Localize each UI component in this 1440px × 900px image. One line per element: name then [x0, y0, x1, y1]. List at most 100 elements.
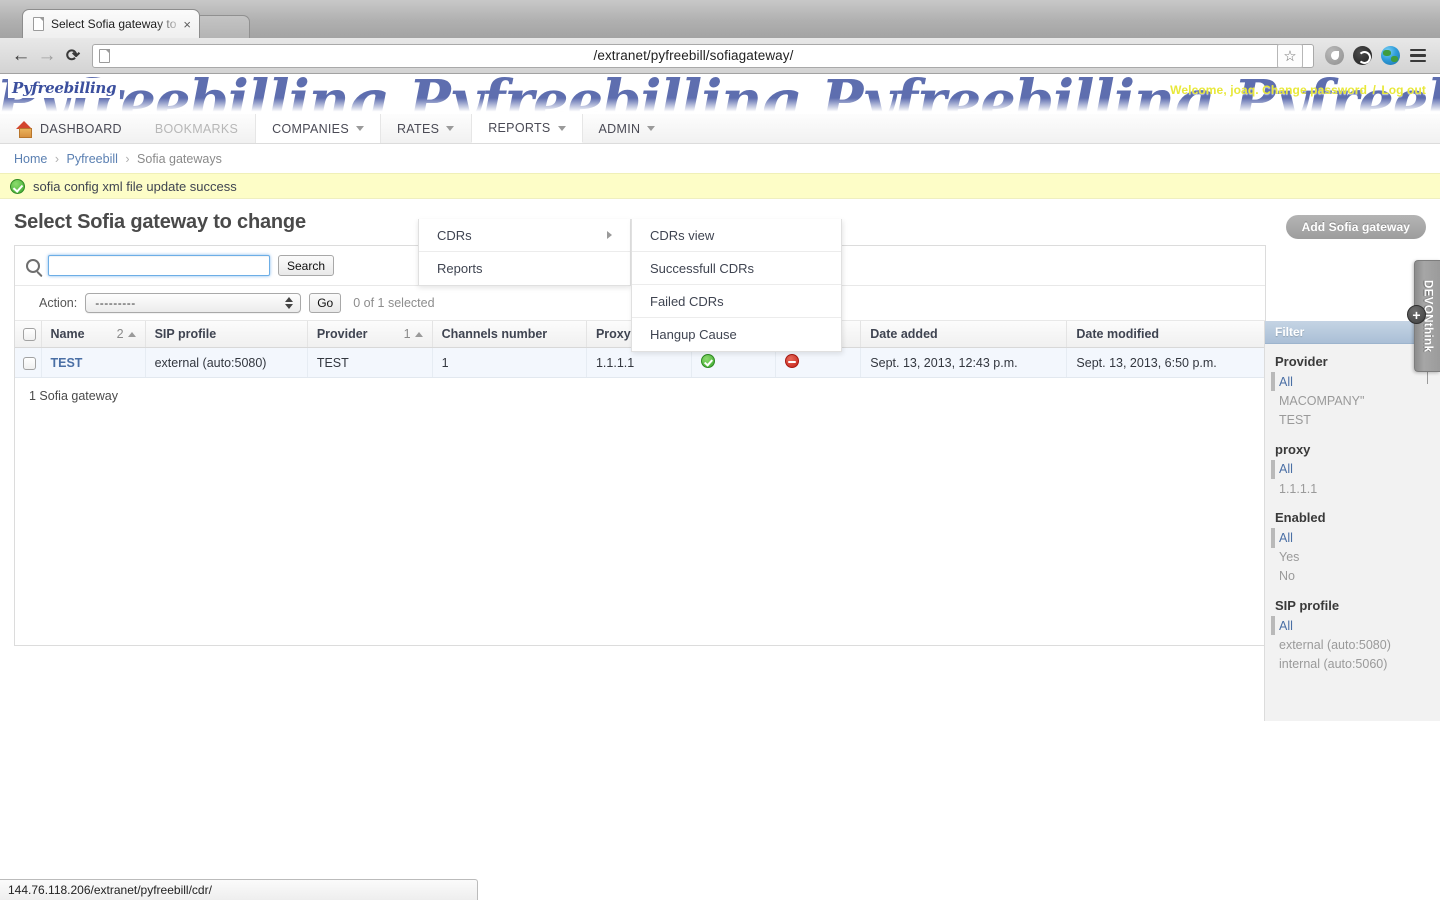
filter-option[interactable]: All — [1271, 528, 1430, 548]
search-button[interactable]: Search — [278, 255, 335, 276]
filter-option[interactable]: No — [1275, 567, 1430, 586]
chevron-down-icon — [557, 125, 566, 131]
user-tools-separator: / — [1372, 83, 1376, 97]
filter-option[interactable]: Yes — [1275, 548, 1430, 567]
new-tab-button[interactable] — [194, 15, 250, 38]
select-all-checkbox[interactable] — [23, 328, 36, 342]
column-header-provider[interactable]: Provider 1 — [307, 321, 433, 349]
nav-label: ADMIN — [598, 121, 641, 136]
nav-item-rates[interactable]: RATES — [381, 114, 471, 143]
filter-option[interactable]: MACOMPANY" — [1275, 391, 1430, 410]
column-header-date-added[interactable]: Date added — [860, 321, 1068, 349]
filter-option[interactable]: external (auto:5080) — [1275, 635, 1430, 654]
breadcrumb-current: Sofia gateways — [137, 152, 222, 166]
sort-ascending-icon — [414, 331, 423, 337]
message-text: sofia config xml file update success — [33, 178, 237, 194]
forward-icon[interactable]: → — [34, 43, 60, 69]
filter-group-sip-profile: SIP profile All external (auto:5080) int… — [1265, 588, 1440, 676]
browser-menu-icon[interactable] — [1404, 43, 1432, 69]
extension-one-icon[interactable] — [1320, 43, 1348, 69]
welcome-text: Welcome, joaq. — [1170, 83, 1259, 97]
menu-item-label: CDRs — [437, 227, 472, 243]
filter-option[interactable]: All — [1271, 372, 1430, 392]
page-info-icon — [99, 48, 110, 63]
breadcrumb-home[interactable]: Home — [14, 152, 47, 166]
register-no-icon — [784, 354, 799, 369]
column-label: Name — [50, 327, 85, 342]
menu-item-hangup-cause[interactable]: Hangup Cause — [632, 318, 841, 351]
row-checkbox[interactable] — [23, 356, 36, 370]
sort-priority: 2 — [116, 327, 124, 342]
menu-item-reports[interactable]: Reports — [419, 252, 630, 285]
browser-tab[interactable]: Select Sofia gateway to cha × — [22, 9, 200, 38]
chevron-down-icon — [647, 126, 656, 131]
menu-item-failed-cdrs[interactable]: Failed CDRs — [632, 285, 841, 318]
nav-label: BOOKMARKS — [154, 121, 239, 136]
menu-item-label: Hangup Cause — [650, 327, 737, 342]
devonthink-clipper-tab[interactable]: DEVONthink + — [1407, 260, 1440, 372]
cell-date-added: Sept. 13, 2013, 12:43 p.m. — [860, 347, 1068, 379]
extension-two-icon[interactable] — [1348, 43, 1376, 69]
change-password-link[interactable]: Change password — [1262, 83, 1367, 97]
reports-dropdown-menu: CDRs Reports — [418, 219, 631, 286]
nav-item-admin[interactable]: ADMIN — [583, 114, 673, 143]
search-input[interactable] — [48, 255, 270, 276]
extension-globe-icon[interactable] — [1376, 43, 1404, 69]
tab-strip: Select Sofia gateway to cha × — [0, 0, 1440, 38]
sort-priority: 1 — [403, 327, 411, 342]
column-label: Date added — [870, 327, 938, 342]
action-label: Action: — [39, 296, 78, 310]
logout-link[interactable]: Log out — [1381, 83, 1426, 97]
chevron-down-icon — [355, 126, 364, 131]
filter-option[interactable]: All — [1271, 459, 1430, 479]
filter-option[interactable]: 1.1.1.1 — [1275, 479, 1430, 498]
column-header-name[interactable]: Name 2 — [41, 321, 146, 349]
site-logo[interactable]: Pyfreebilling — [8, 78, 121, 98]
nav-item-bookmarks[interactable]: BOOKMARKS — [139, 114, 255, 143]
column-label: Proxy — [595, 327, 631, 342]
action-select[interactable]: --------- — [85, 293, 302, 313]
nav-item-companies[interactable]: COMPANIES — [255, 114, 381, 143]
main-navigation: DASHBOARD BOOKMARKS COMPANIES RATES REPO… — [0, 114, 1440, 144]
filter-option[interactable]: TEST — [1275, 411, 1430, 430]
gateway-link[interactable]: TEST — [51, 356, 83, 370]
clipper-connector-line — [1427, 372, 1428, 384]
chevron-right-icon — [607, 231, 612, 239]
filter-group-title: proxy — [1275, 441, 1311, 457]
sort-indicator[interactable]: 1 — [404, 327, 423, 341]
cdrs-submenu: CDRs view Successfull CDRs Failed CDRs H… — [631, 219, 842, 352]
column-header-date-modified[interactable]: Date modified — [1066, 321, 1265, 349]
column-label: Provider — [316, 327, 368, 342]
sort-indicator[interactable]: 2 — [117, 327, 136, 341]
nav-item-dashboard[interactable]: DASHBOARD — [0, 114, 139, 143]
close-icon[interactable]: × — [183, 18, 191, 31]
go-button[interactable]: Go — [309, 293, 342, 313]
nav-item-reports[interactable]: REPORTS — [471, 114, 583, 143]
nav-label: REPORTS — [488, 121, 551, 135]
menu-item-successfull-cdrs[interactable]: Successfull CDRs — [632, 252, 841, 285]
back-icon[interactable]: ← — [8, 43, 34, 69]
filter-group-proxy: proxy All 1.1.1.1 — [1265, 432, 1440, 501]
filter-group-enabled: Enabled All Yes No — [1265, 500, 1440, 588]
column-header-channels-number[interactable]: Channels number — [432, 321, 587, 349]
filter-option[interactable]: All — [1271, 616, 1430, 636]
filter-option[interactable]: internal (auto:5060) — [1275, 655, 1430, 674]
add-sofia-gateway-button[interactable]: Add Sofia gateway — [1285, 215, 1426, 239]
breadcrumb: Home › Pyfreebill › Sofia gateways — [0, 144, 1440, 173]
reload-icon[interactable]: ⟳ — [60, 43, 86, 69]
table-row: TEST external (auto:5080) TEST 1 1.1.1.1… — [15, 347, 1265, 379]
breadcrumb-app[interactable]: Pyfreebill — [66, 152, 117, 166]
address-bar[interactable]: /extranet/pyfreebill/sofiagateway/ ☆ — [92, 43, 1314, 68]
sort-ascending-icon — [127, 331, 136, 337]
bookmark-star-icon[interactable]: ☆ — [1277, 43, 1303, 68]
page-viewport: Pyfreebilling Pyfreebilling Pyfreebilling P… — [0, 74, 1440, 900]
nav-label: COMPANIES — [272, 121, 349, 136]
nav-label: RATES — [396, 121, 440, 136]
menu-item-cdrs[interactable]: CDRs — [419, 219, 630, 252]
menu-item-label: Reports — [437, 261, 483, 276]
user-tools: Welcome, joaq. Change password / Log out — [1170, 83, 1426, 97]
menu-item-cdrs-view[interactable]: CDRs view — [632, 219, 841, 252]
column-header-sip-profile[interactable]: SIP profile — [145, 321, 308, 349]
cell-register — [775, 347, 862, 379]
clipper-add-icon[interactable]: + — [1407, 305, 1426, 324]
